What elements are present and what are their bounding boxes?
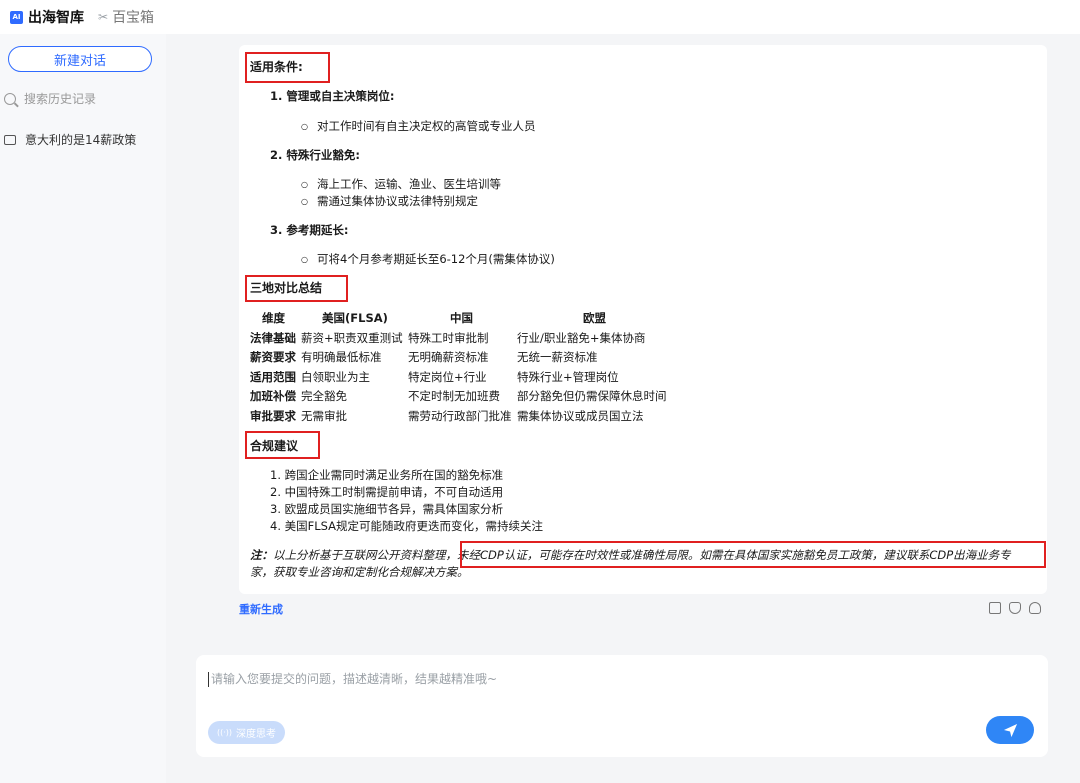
table-cell: 行业/职业豁免+集体协商 — [517, 331, 646, 345]
table-cell: 不定时制无加班费 — [408, 389, 500, 403]
advice-item: 4. 美国FLSA规定可能随政府更迭而变化，需持续关注 — [270, 519, 544, 533]
toolbox-tab[interactable]: 百宝箱 — [112, 7, 154, 27]
note-prefix: 注： — [250, 548, 273, 562]
advice-item: 3. 欧盟成员国实施细节各异，需具体国家分析 — [270, 502, 504, 516]
deep-think-toggle[interactable]: ((·)) 深度思考 — [208, 721, 285, 744]
table-cell: 薪资要求 — [250, 350, 296, 364]
send-button[interactable] — [986, 716, 1034, 744]
question-input[interactable]: 请输入您要提交的问题，描述越清晰，结果越精准哦~ — [208, 672, 497, 687]
note-text: 家，获取专业咨询和定制化合规解决方案。 — [250, 565, 469, 579]
highlight-box — [245, 431, 320, 459]
question-input-box[interactable]: 请输入您要提交的问题，描述越清晰，结果越精准哦~ ((·)) 深度思考 — [196, 655, 1048, 757]
table-cell: 部分豁免但仍需保障休息时间 — [517, 389, 667, 403]
table-header: 中国 — [450, 311, 473, 325]
table-cell: 无统一薪资标准 — [517, 350, 598, 364]
highlight-box — [245, 275, 348, 302]
history-item[interactable]: 意大利的是14薪政策 — [4, 131, 136, 148]
table-header: 美国(FLSA) — [322, 311, 388, 325]
history-search[interactable]: 搜索历史记录 — [4, 90, 96, 107]
advice-item: 1. 跨国企业需同时满足业务所在国的豁免标准 — [270, 468, 504, 482]
table-cell: 适用范围 — [250, 370, 296, 384]
table-cell: 无需审批 — [301, 409, 347, 423]
table-cell: 完全豁免 — [301, 389, 347, 403]
answer-card: 适用条件: 1. 管理或自主决策岗位: 对工作时间有自主决定权的高管或专业人员 … — [239, 45, 1047, 594]
app-title[interactable]: 出海智库 — [28, 7, 84, 27]
logo-icon: AI — [10, 10, 23, 24]
deep-think-label: 深度思考 — [236, 729, 277, 740]
table-cell: 特殊行业+管理岗位 — [517, 370, 619, 384]
deep-think-icon: ((·)) — [216, 728, 233, 737]
table-cell: 特定岗位+行业 — [408, 370, 487, 384]
table-cell: 薪资+职责双重测试 — [301, 331, 403, 345]
search-icon — [4, 92, 16, 105]
chat-bubble-icon — [4, 134, 16, 145]
new-chat-button[interactable]: 新建对话 — [8, 46, 152, 72]
table-cell: 需劳动行政部门批准 — [408, 409, 512, 423]
condition-bullet: 需通过集体协议或法律特别规定 — [301, 193, 478, 210]
thumbs-down-icon[interactable] — [1029, 602, 1041, 614]
table-cell: 需集体协议或成员国立法 — [517, 409, 644, 423]
table-cell: 审批要求 — [250, 409, 296, 423]
table-header: 维度 — [262, 311, 285, 325]
condition-title: 2. 特殊行业豁免: — [270, 148, 360, 162]
table-cell: 加班补偿 — [250, 389, 296, 403]
condition-bullet: 海上工作、运输、渔业、医生培训等 — [301, 176, 501, 193]
send-icon — [1003, 723, 1017, 737]
search-history-input[interactable]: 搜索历史记录 — [24, 90, 96, 107]
thumbs-up-icon[interactable] — [1009, 602, 1021, 614]
copy-icon[interactable] — [989, 602, 1001, 614]
table-cell: 无明确薪资标准 — [408, 350, 489, 364]
table-cell: 白领职业为主 — [301, 370, 370, 384]
note-text: 以上分析基于互联网公开资料整理， — [273, 548, 457, 562]
regenerate-button[interactable]: 重新生成 — [239, 601, 283, 617]
message-actions — [989, 602, 1041, 614]
condition-bullet: 对工作时间有自主决定权的高管或专业人员 — [301, 118, 535, 135]
table-cell: 特殊工时审批制 — [408, 331, 489, 345]
table-cell: 有明确最低标准 — [301, 350, 382, 364]
condition-title: 1. 管理或自主决策岗位: — [270, 89, 395, 103]
toolbox-icon[interactable]: ✂ — [98, 10, 108, 24]
condition-title: 3. 参考期延长: — [270, 223, 349, 237]
highlight-box — [460, 541, 1046, 568]
sidebar: 新建对话 搜索历史记录 意大利的是14薪政策 — [0, 34, 166, 783]
history-item-label: 意大利的是14薪政策 — [25, 133, 137, 147]
table-cell: 法律基础 — [250, 331, 296, 345]
advice-item: 2. 中国特殊工时制需提前申请，不可自动适用 — [270, 485, 504, 499]
highlight-box — [245, 52, 330, 83]
condition-bullet: 可将4个月参考期延长至6-12个月(需集体协议) — [301, 251, 555, 268]
table-header: 欧盟 — [583, 311, 606, 325]
top-bar: AI 出海智库 ✂ 百宝箱 — [0, 0, 1080, 34]
